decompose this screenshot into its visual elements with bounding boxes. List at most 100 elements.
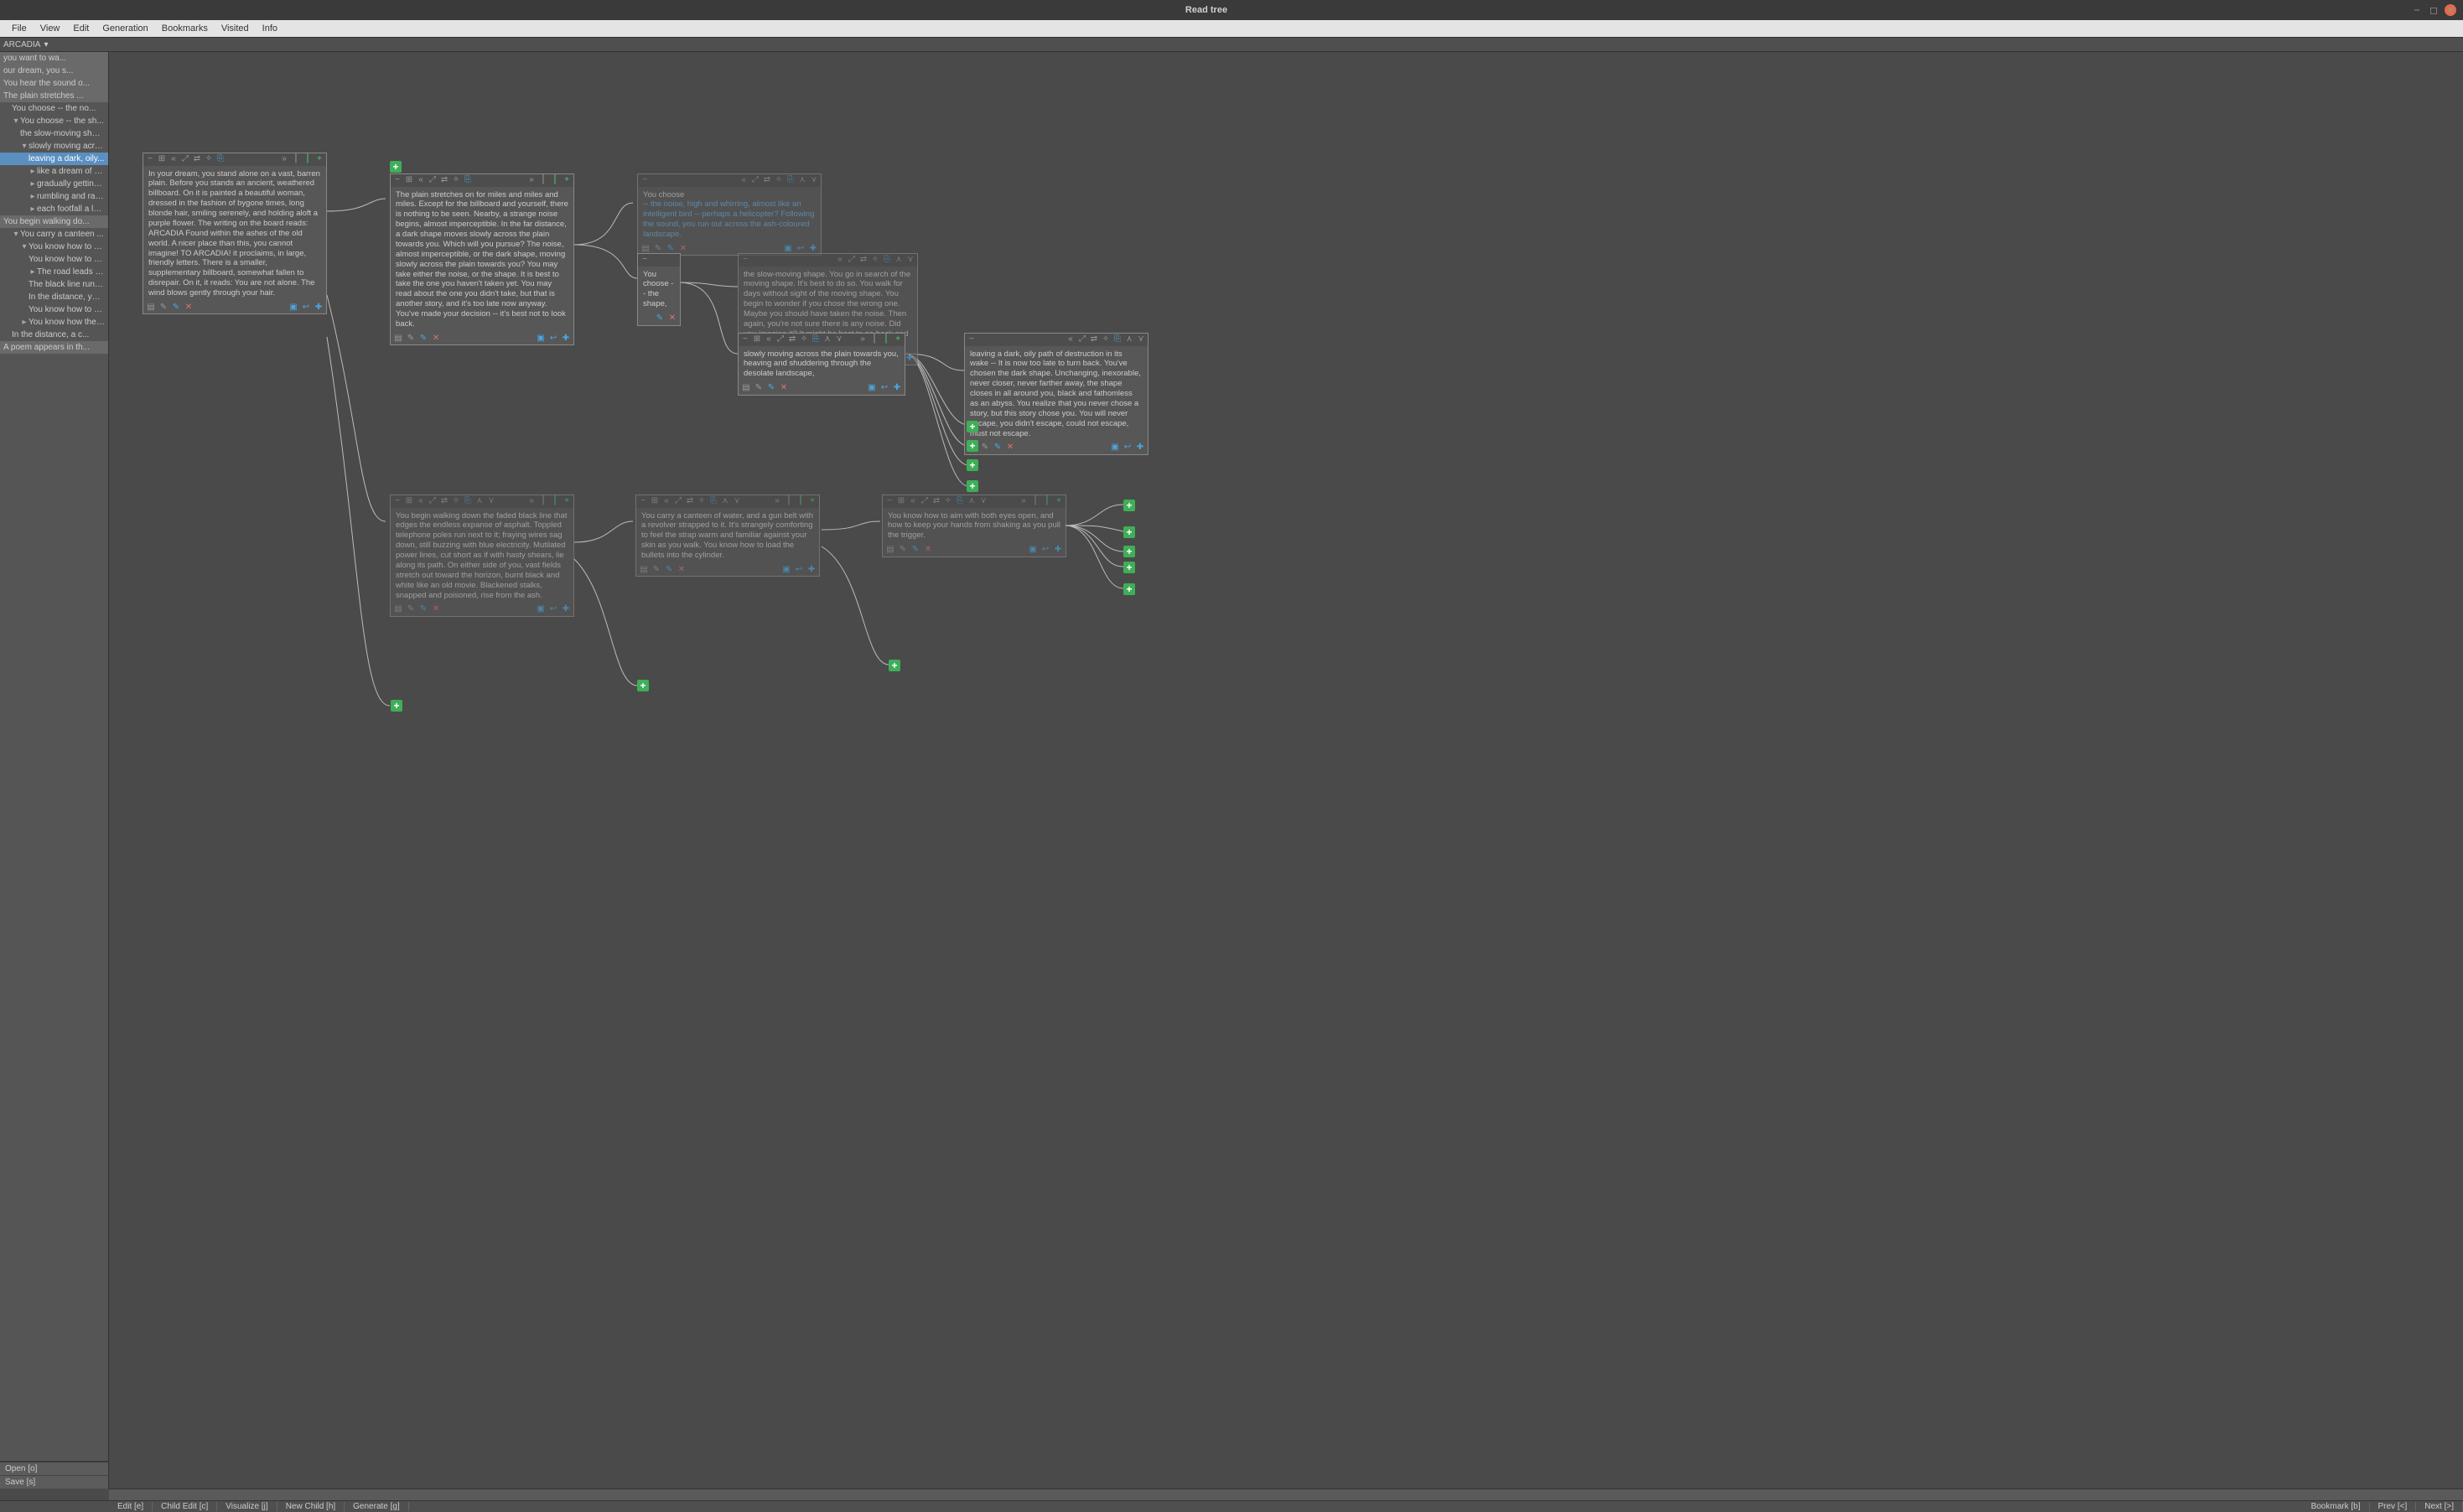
expand-icon[interactable]: ⤢ [847, 255, 857, 266]
expand-icon[interactable]: ⤢ [920, 496, 930, 507]
share-icon[interactable]: ✧ [943, 496, 953, 507]
edit-icon[interactable]: ✎ [664, 565, 674, 576]
next-icon[interactable]: » [858, 334, 868, 345]
story-node[interactable]: − « ⤢ ⇄ ✧ ⎘ ⋏ ⋎ leaving a dark, oily pat… [964, 333, 1149, 455]
add-child-icon[interactable]: ✚ [561, 334, 571, 344]
story-node[interactable]: − ⊞ « ⤢ ⇄ ✧ ⎘ ⋏ ⋎ » ⎮ ⎮ + slowly moving … [738, 333, 905, 396]
status-visualize[interactable]: Visualize [j] [217, 1502, 277, 1511]
tree-item[interactable]: In the distance, a c... [0, 329, 108, 341]
add-child-icon[interactable]: ✚ [806, 565, 817, 576]
bar-green-icon[interactable]: ⎮ [550, 496, 560, 507]
prev-icon[interactable]: « [169, 154, 179, 165]
menu-file[interactable]: File [5, 22, 34, 35]
tree-item[interactable]: You know how to brea... [0, 303, 108, 316]
story-node[interactable]: − « ⤢ ⇄ ✧ ⎘ ⋏ ⋎ You choose -- the noise,… [637, 173, 822, 256]
add-icon[interactable]: + [314, 154, 324, 165]
tree-item[interactable]: The black line runs ... [0, 278, 108, 291]
delete-icon[interactable]: ✕ [431, 604, 441, 615]
expand-icon[interactable]: ⤢ [1077, 334, 1087, 345]
add-button[interactable]: + [1123, 546, 1135, 557]
menu-visited[interactable]: Visited [215, 22, 256, 35]
chart-icon[interactable]: ✎ [158, 303, 169, 313]
tree-item[interactable]: In the distance, you... [0, 291, 108, 303]
canvas[interactable]: − ⊞ « ⤢ ⇄ ✧ ⎘ » ⎮ ⎮ + In your dream, you… [109, 52, 2463, 1489]
add-icon[interactable]: + [807, 496, 817, 507]
back-icon[interactable]: ↩ [794, 565, 804, 576]
add-button[interactable]: + [1123, 583, 1135, 595]
copy-icon[interactable]: ⎘ [955, 496, 965, 507]
save-node-icon[interactable]: ▣ [288, 303, 298, 313]
add-child-icon[interactable]: ✚ [1053, 545, 1063, 556]
add-button[interactable]: + [1123, 526, 1135, 538]
chevron-icon[interactable]: ▸ [29, 205, 37, 214]
edit-icon[interactable]: ✎ [418, 604, 428, 615]
add-button[interactable]: + [637, 680, 649, 691]
tree-item[interactable]: ▸The road leads past ... [0, 266, 108, 278]
tree-item[interactable]: our dream, you s... [0, 65, 108, 77]
next-icon[interactable]: » [1019, 496, 1029, 507]
link-icon[interactable]: ⇄ [858, 255, 869, 266]
up-icon[interactable]: ⋏ [474, 496, 485, 507]
chevron-icon[interactable]: ▾ [12, 230, 20, 239]
delete-icon[interactable]: ✕ [431, 334, 441, 344]
bar-green-icon[interactable]: ⎮ [1042, 496, 1052, 507]
collapse-icon[interactable]: − [640, 255, 650, 266]
tree-item[interactable]: leaving a dark, oily... [0, 153, 108, 165]
tree-item[interactable]: ▸You know how the tri... [0, 316, 108, 329]
down-icon[interactable]: ⋎ [809, 175, 819, 186]
maximize-icon[interactable]: ◻ [2428, 4, 2440, 16]
delete-icon[interactable]: ✕ [923, 545, 933, 556]
tree-item[interactable]: You begin walking do... [0, 215, 108, 228]
copy-icon[interactable]: ⎘ [786, 175, 796, 186]
chart-icon[interactable]: ✎ [651, 565, 661, 576]
expand-icon[interactable]: ⤢ [428, 175, 438, 186]
grid-icon[interactable]: ⊞ [404, 496, 414, 507]
next-icon[interactable]: » [526, 496, 537, 507]
chart-icon[interactable]: ✎ [406, 604, 416, 615]
grid-icon[interactable]: ⊞ [752, 334, 762, 345]
share-icon[interactable]: ✧ [451, 496, 461, 507]
expand-icon[interactable]: ⤢ [180, 154, 190, 165]
down-icon[interactable]: ⋎ [732, 496, 742, 507]
chevron-icon[interactable]: ▸ [20, 318, 29, 327]
share-icon[interactable]: ✧ [697, 496, 707, 507]
collapse-icon[interactable]: − [640, 175, 650, 186]
bar-icon[interactable]: ⎮ [291, 154, 301, 165]
grid-icon[interactable]: ⊞ [157, 154, 167, 165]
chevron-icon[interactable]: ▸ [29, 179, 37, 189]
edit-icon[interactable]: ✎ [655, 313, 665, 324]
tree-item[interactable]: the slow-moving shap... [0, 127, 108, 140]
bar-icon[interactable]: ⎮ [538, 496, 548, 507]
status-generate[interactable]: Generate [g] [345, 1502, 409, 1511]
tree-item[interactable]: ▸each footfall a lead... [0, 203, 108, 215]
add-button[interactable]: + [967, 440, 978, 452]
bar-icon[interactable]: ⎮ [538, 175, 548, 186]
story-node[interactable]: − ⊞ « ⤢ ⇄ ✧ ⎘ ⋏ ⋎ » ⎮ ⎮ + You carry a ca… [635, 495, 820, 577]
up-icon[interactable]: ⋏ [720, 496, 730, 507]
tree-item[interactable]: you want to wa... [0, 52, 108, 65]
add-button[interactable]: + [967, 421, 978, 432]
open-button[interactable]: Open [o] [0, 1462, 108, 1475]
story-node[interactable]: − ⊞ « ⤢ ⇄ ✧ ⎘ ⋏ ⋎ » ⎮ ⎮ + You begin walk… [390, 495, 574, 617]
edit-icon[interactable]: ✎ [418, 334, 428, 344]
tree-item[interactable]: ▾You choose -- the sh... [0, 115, 108, 127]
down-icon[interactable]: ⋎ [978, 496, 988, 507]
add-child-icon[interactable]: ✚ [314, 303, 324, 313]
save-node-icon[interactable]: ▣ [536, 604, 546, 615]
share-icon[interactable]: ✧ [451, 175, 461, 186]
add-button[interactable]: + [1123, 562, 1135, 573]
back-icon[interactable]: ↩ [548, 604, 558, 615]
book-icon[interactable]: ▤ [146, 303, 156, 313]
share-icon[interactable]: ✧ [1101, 334, 1111, 345]
book-icon[interactable]: ▤ [639, 565, 649, 576]
close-icon[interactable]: × [2445, 4, 2456, 16]
grid-icon[interactable]: ⊞ [650, 496, 660, 507]
chevron-icon[interactable]: ▾ [12, 117, 20, 126]
collapse-icon[interactable]: − [884, 496, 894, 507]
add-button[interactable]: + [390, 161, 402, 173]
node-text[interactable]: You choose -- the noise, high and whirri… [638, 187, 821, 243]
breadcrumb-root[interactable]: ARCADIA [3, 40, 40, 49]
link-icon[interactable]: ⇄ [439, 175, 449, 186]
next-icon[interactable]: » [526, 175, 537, 186]
delete-icon[interactable]: ✕ [667, 313, 677, 324]
